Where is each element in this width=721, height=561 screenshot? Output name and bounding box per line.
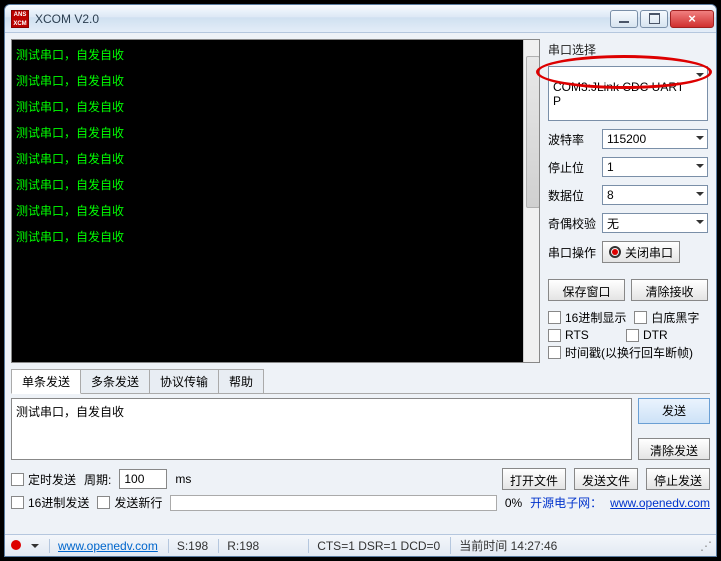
close-port-button[interactable]: 关闭串口 xyxy=(602,241,680,263)
status-time: 14:27:46 xyxy=(511,539,558,553)
baud-label: 波特率 xyxy=(548,131,596,148)
tab-3[interactable]: 帮助 xyxy=(218,369,264,393)
stopbit-select[interactable]: 1 xyxy=(602,157,708,177)
promo-label: 开源电子网： xyxy=(530,494,602,511)
period-label: 周期: xyxy=(84,471,111,488)
promo-link[interactable]: www.openedv.com xyxy=(610,496,710,510)
maximize-button[interactable] xyxy=(640,10,668,28)
titlebar: ANSXCM XCOM V2.0 × xyxy=(5,5,716,33)
tab-1[interactable]: 多条发送 xyxy=(80,369,150,393)
statusbar: www.openedv.com S:198 R:198 CTS=1 DSR=1 … xyxy=(5,534,716,556)
timed-send-checkbox[interactable] xyxy=(11,473,24,486)
send-button[interactable]: 发送 xyxy=(638,398,710,424)
databit-select[interactable]: 8 xyxy=(602,185,708,205)
white-bg-checkbox[interactable] xyxy=(634,311,647,324)
open-file-button[interactable]: 打开文件 xyxy=(502,468,566,490)
close-button[interactable]: × xyxy=(670,10,714,28)
console-line: 测试串口，自发自收 xyxy=(16,94,535,120)
scrollbar[interactable] xyxy=(523,40,539,362)
period-input[interactable] xyxy=(119,469,167,489)
progress-percent: 0% xyxy=(505,496,522,510)
tab-0[interactable]: 单条发送 xyxy=(11,369,81,394)
serial-settings-panel: 串口选择 COM3:JLink CDC UART P 波特率 115200 停止… xyxy=(546,39,710,363)
baud-select[interactable]: 115200 xyxy=(602,129,708,149)
minimize-button[interactable] xyxy=(610,10,638,28)
port-action-label: 串口操作 xyxy=(548,244,596,261)
stop-send-button[interactable]: 停止发送 xyxy=(646,468,710,490)
status-recv: R:198 xyxy=(218,539,298,553)
window-title: XCOM V2.0 xyxy=(35,12,610,26)
console-line: 测试串口，自发自收 xyxy=(16,146,535,172)
clear-receive-button[interactable]: 清除接收 xyxy=(631,279,708,301)
tab-2[interactable]: 协议传输 xyxy=(149,369,219,393)
send-file-button[interactable]: 发送文件 xyxy=(574,468,638,490)
period-unit: ms xyxy=(175,472,191,486)
app-icon: ANSXCM xyxy=(11,10,29,28)
send-newline-checkbox[interactable] xyxy=(97,496,110,509)
receive-console[interactable]: 测试串口，自发自收测试串口，自发自收测试串口，自发自收测试串口，自发自收测试串口… xyxy=(11,39,540,363)
clear-send-button[interactable]: 清除发送 xyxy=(638,438,710,460)
progress-bar xyxy=(170,495,496,511)
status-signals: CTS=1 DSR=1 DCD=0 xyxy=(308,539,440,553)
dtr-checkbox[interactable] xyxy=(626,329,639,342)
record-icon xyxy=(609,246,621,258)
hex-send-checkbox[interactable] xyxy=(11,496,24,509)
databit-label: 数据位 xyxy=(548,187,596,204)
save-window-button[interactable]: 保存窗口 xyxy=(548,279,625,301)
console-line: 测试串口，自发自收 xyxy=(16,68,535,94)
resize-grip[interactable]: ⋰ xyxy=(700,539,710,553)
console-line: 测试串口，自发自收 xyxy=(16,172,535,198)
chevron-down-icon[interactable] xyxy=(31,544,39,552)
console-line: 测试串口，自发自收 xyxy=(16,42,535,68)
rts-checkbox[interactable] xyxy=(548,329,561,342)
stopbit-label: 停止位 xyxy=(548,159,596,176)
send-tabs: 单条发送多条发送协议传输帮助 xyxy=(11,369,710,394)
status-site[interactable]: www.openedv.com xyxy=(49,539,158,553)
port-select[interactable]: COM3:JLink CDC UART P xyxy=(548,66,708,121)
hex-display-checkbox[interactable] xyxy=(548,311,561,324)
parity-select[interactable]: 无 xyxy=(602,213,708,233)
console-line: 测试串口，自发自收 xyxy=(16,224,535,250)
send-input[interactable] xyxy=(11,398,632,460)
console-line: 测试串口，自发自收 xyxy=(16,198,535,224)
parity-label: 奇偶校验 xyxy=(548,215,596,232)
status-sent: S:198 xyxy=(168,539,208,553)
port-select-label: 串口选择 xyxy=(548,41,708,58)
timestamp-checkbox[interactable] xyxy=(548,346,561,359)
status-dot-icon xyxy=(11,540,21,550)
console-line: 测试串口，自发自收 xyxy=(16,120,535,146)
